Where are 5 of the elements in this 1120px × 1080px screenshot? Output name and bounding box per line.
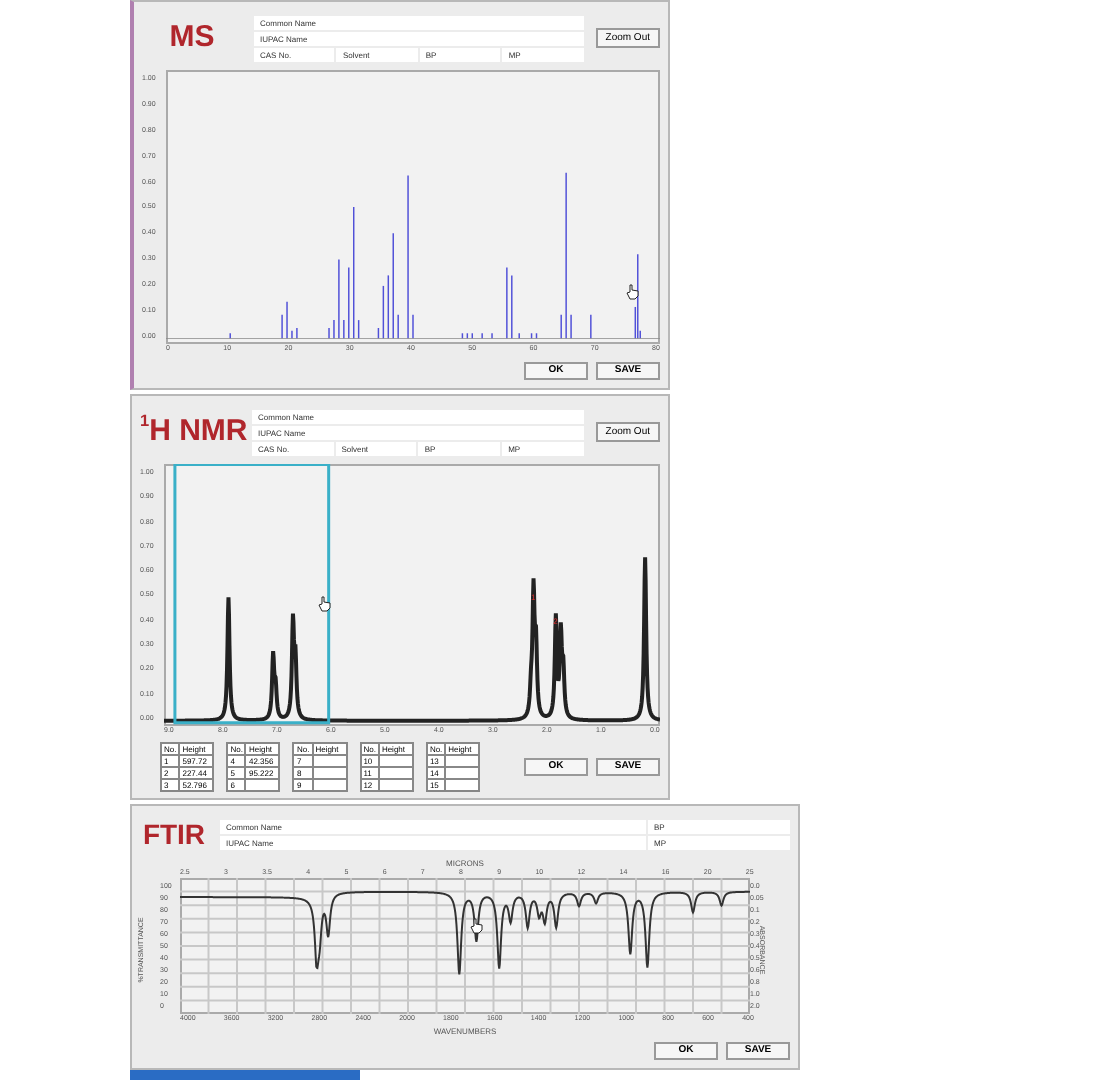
panel-title: FTIR [140, 817, 208, 851]
cursor-icon [625, 283, 640, 300]
cursor-icon [470, 918, 485, 935]
panel-title: MS [167, 20, 217, 56]
cursor-icon [317, 595, 332, 611]
